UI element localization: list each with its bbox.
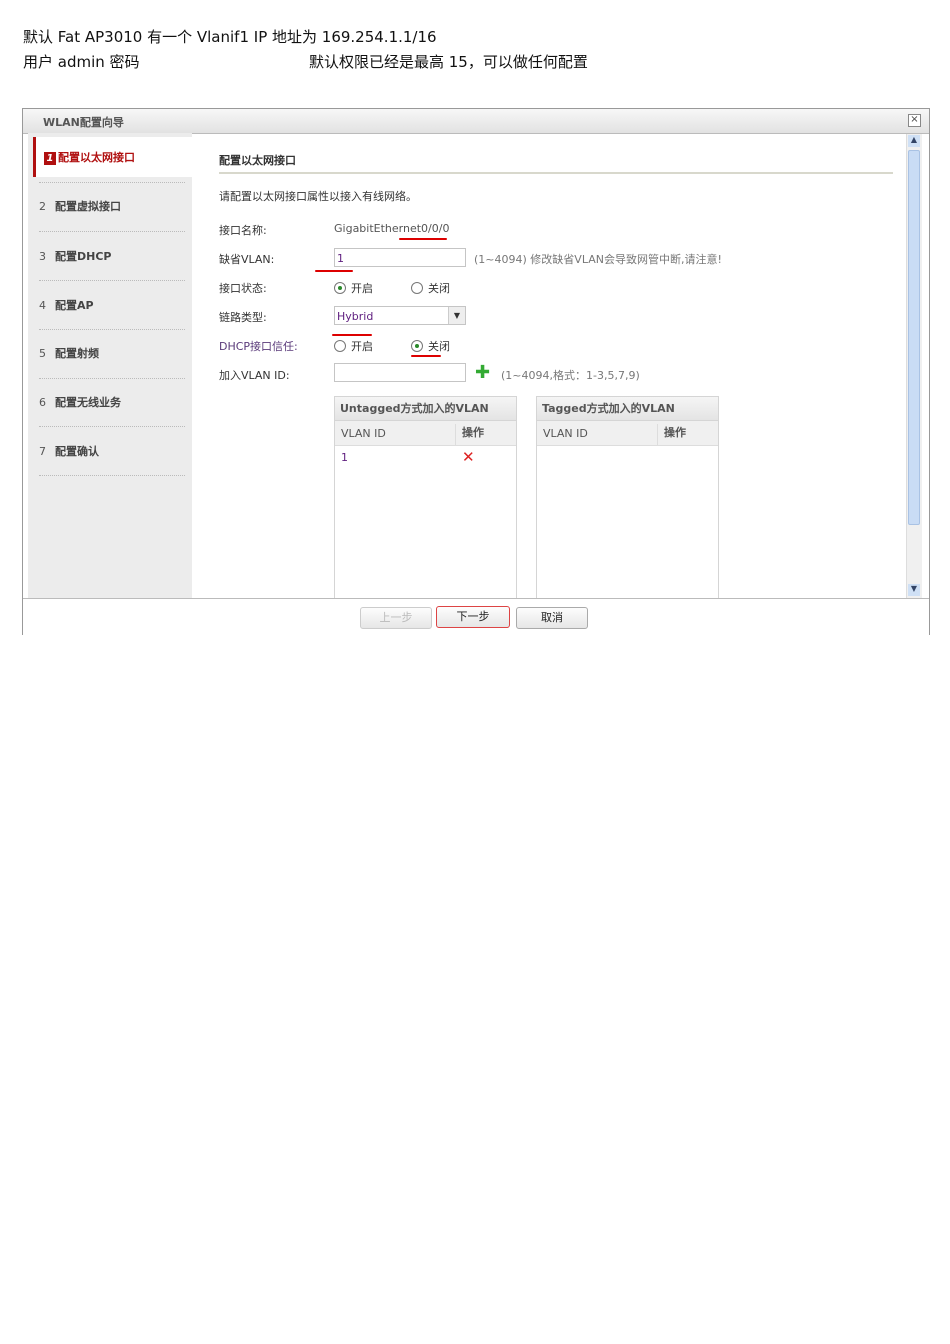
divider xyxy=(39,426,185,427)
dhcp-off-radio[interactable]: 关闭 xyxy=(411,338,450,354)
vlan-hint: (1~4094) 修改缺省VLAN会导致网管中断,请注意! xyxy=(474,253,722,266)
section-heading: 配置以太网接口 xyxy=(219,154,296,167)
state-on-radio[interactable]: 开启 xyxy=(334,280,373,296)
step-1[interactable]: 1 配置以太网接口 xyxy=(33,137,194,177)
add-vlan-label: 加入VLAN ID: xyxy=(219,369,290,382)
link-type-select[interactable]: Hybrid ▼ xyxy=(334,306,466,325)
wizard-window: WLAN配置向导 × 1 配置以太网接口 2 配置虚拟接口 3 配置DHCP 4 配置A… xyxy=(22,108,930,635)
annotation-underline xyxy=(399,238,447,240)
iface-label: 接口名称: xyxy=(219,224,267,237)
divider xyxy=(39,378,185,379)
close-icon[interactable]: × xyxy=(908,114,921,127)
step-5[interactable]: 5 配置射频 xyxy=(39,345,99,361)
state-off-radio[interactable]: 关闭 xyxy=(411,280,450,296)
annotation-underline xyxy=(411,355,441,357)
divider xyxy=(39,280,185,281)
state-label: 接口状态: xyxy=(219,282,267,295)
note-line-2b: 默认权限已经是最高 15，可以做任何配置 xyxy=(309,53,588,71)
chevron-down-icon: ▼ xyxy=(448,307,465,324)
step-label: 配置以太网接口 xyxy=(58,151,135,164)
tagged-table: Tagged方式加入的VLAN VLAN ID 操作 xyxy=(536,396,719,600)
table-title: Untagged方式加入的VLAN xyxy=(335,397,516,421)
footer: 上一步 下一步 取消 xyxy=(23,598,929,635)
column-header: 操作 xyxy=(455,424,484,445)
add-vlan-hint: (1~4094,格式：1-3,5,7,9) xyxy=(501,369,640,382)
step-3[interactable]: 3 配置DHCP xyxy=(39,248,111,264)
note-line-1: 默认 Fat AP3010 有一个 Vlanif1 IP 地址为 169.254… xyxy=(23,28,437,46)
vlan-label: 缺省VLAN: xyxy=(219,253,275,266)
annotation-underline xyxy=(332,334,372,336)
step-6[interactable]: 6 配置无线业务 xyxy=(39,394,121,410)
title-bar: WLAN配置向导 × xyxy=(23,109,929,134)
scroll-up-icon[interactable]: ▲ xyxy=(908,135,920,147)
delete-icon[interactable]: ✕ xyxy=(462,448,475,466)
scrollbar-thumb[interactable] xyxy=(908,150,920,525)
default-vlan-input[interactable]: 1 xyxy=(334,248,466,267)
add-vlan-input[interactable] xyxy=(334,363,466,382)
untagged-table: Untagged方式加入的VLAN VLAN ID 操作 1 ✕ xyxy=(334,396,517,600)
scrollbar[interactable]: ▲ ▼ xyxy=(906,134,922,598)
column-header: 操作 xyxy=(657,424,686,445)
note-line-2a: 用户 admin 密码 xyxy=(23,53,140,71)
next-button[interactable]: 下一步 xyxy=(436,606,510,628)
link-label: 链路类型: xyxy=(219,311,267,324)
annotation-underline xyxy=(315,270,353,272)
step-2[interactable]: 2 配置虚拟接口 xyxy=(39,198,121,214)
table-title: Tagged方式加入的VLAN xyxy=(537,397,718,421)
cancel-button[interactable]: 取消 xyxy=(516,607,588,629)
dhcp-on-radio[interactable]: 开启 xyxy=(334,338,373,354)
page: 默认 Fat AP3010 有一个 Vlanif1 IP 地址为 169.254… xyxy=(0,0,950,1344)
prev-button[interactable]: 上一步 xyxy=(360,607,432,629)
step-7[interactable]: 7 配置确认 xyxy=(39,443,99,459)
table-row: 1 ✕ xyxy=(341,448,475,466)
plus-icon[interactable]: ✚ xyxy=(475,362,490,383)
column-header: VLAN ID xyxy=(341,427,386,440)
scroll-down-icon[interactable]: ▼ xyxy=(908,584,920,596)
iface-value: GigabitEthernet0/0/0 xyxy=(334,222,450,235)
step-number-badge: 1 xyxy=(44,152,56,165)
dhcp-label: DHCP接口信任: xyxy=(219,340,298,353)
steps-sidebar: 1 配置以太网接口 2 配置虚拟接口 3 配置DHCP 4 配置AP 5 配置射频 6 配置… xyxy=(28,133,194,598)
column-header: VLAN ID xyxy=(543,427,588,440)
divider xyxy=(39,329,185,330)
intro-text: 请配置以太网接口属性以接入有线网络。 xyxy=(219,190,417,203)
divider xyxy=(39,231,185,232)
step-4[interactable]: 4 配置AP xyxy=(39,297,94,313)
heading-rule xyxy=(219,172,893,174)
window-title: WLAN配置向导 xyxy=(43,116,124,129)
divider xyxy=(39,475,185,476)
divider xyxy=(39,182,185,183)
